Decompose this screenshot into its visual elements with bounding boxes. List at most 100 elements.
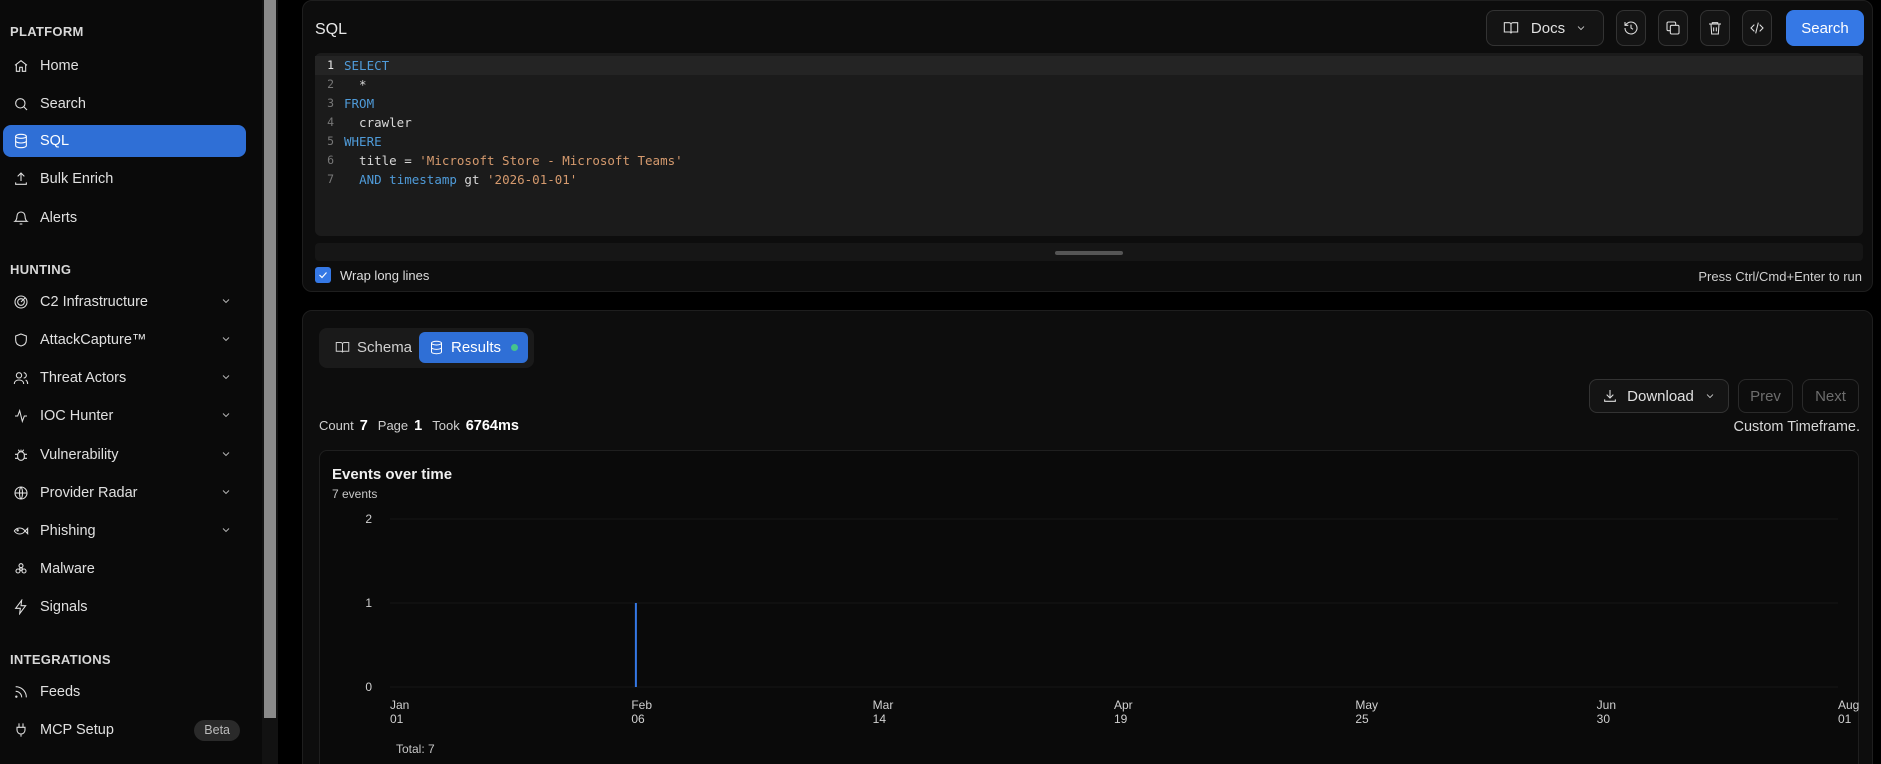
events-chart: 012Jan01Feb06Mar14Apr19May25Jun30Aug01To… xyxy=(365,512,1859,756)
chevron-down-icon[interactable] xyxy=(220,448,232,460)
plug-icon xyxy=(12,721,30,739)
chevron-down-icon[interactable] xyxy=(220,486,232,498)
editor-line[interactable]: 5 WHERE xyxy=(315,132,1863,151)
line-number: 2 xyxy=(327,77,334,91)
sidebar-item-ioc-hunter[interactable]: IOC Hunter xyxy=(3,400,246,432)
editor-line[interactable]: 7 AND timestamp gt '2026-01-01' xyxy=(315,170,1863,189)
tab-results[interactable]: Results xyxy=(419,332,529,363)
code-icon xyxy=(1749,20,1765,36)
search-button[interactable]: Search xyxy=(1786,10,1864,46)
sidebar-item-label: Signals xyxy=(40,599,88,615)
tab-schema[interactable]: Schema xyxy=(325,332,422,363)
clear-button[interactable] xyxy=(1700,10,1730,46)
sql-panel-title: SQL xyxy=(315,21,348,38)
sql-panel: SQL Docs Search 1 SELECT 2 * 3 FROM 4 crawler… xyxy=(302,0,1873,292)
prev-page-button[interactable]: Prev xyxy=(1738,379,1793,413)
fish-icon xyxy=(12,522,30,540)
code-text: FROM xyxy=(344,96,375,111)
sidebar-item-alerts[interactable]: Alerts xyxy=(3,202,246,234)
tab-results-label: Results xyxy=(451,339,502,356)
sql-editor[interactable]: 1 SELECT 2 * 3 FROM 4 crawler 5 WHERE 6 title = … xyxy=(315,53,1863,236)
sidebar-scrollbar-thumb[interactable] xyxy=(264,0,276,718)
chevron-down-icon[interactable] xyxy=(220,295,232,307)
bar xyxy=(634,603,637,687)
trash-icon xyxy=(1707,20,1723,36)
sidebar-item-label: Home xyxy=(40,58,79,74)
sidebar-item-mcp-setup[interactable]: MCP Setup Beta xyxy=(3,714,246,746)
editor-line[interactable]: 6 title = 'Microsoft Store - Microsoft T… xyxy=(315,151,1863,170)
editor-line[interactable]: 3 FROM xyxy=(315,94,1863,113)
sidebar-item-label: Provider Radar xyxy=(40,485,138,501)
globe-icon xyxy=(12,484,30,502)
sidebar-item-vulnerability[interactable]: Vulnerability xyxy=(3,439,246,471)
x-tick-month: Jun xyxy=(1597,698,1616,712)
book-icon xyxy=(335,342,350,353)
sidebar-item-label: AttackCapture™ xyxy=(40,332,147,348)
sidebar-item-label: IOC Hunter xyxy=(40,408,114,424)
sidebar-item-c2-infrastructure[interactable]: C2 Infrastructure xyxy=(3,286,246,318)
chart-total-label: Total: 7 xyxy=(396,742,435,756)
line-number: 5 xyxy=(327,134,334,148)
sidebar-item-label: Bulk Enrich xyxy=(40,171,114,187)
sidebar-item-phishing[interactable]: Phishing xyxy=(3,515,246,547)
copy-icon xyxy=(1665,20,1681,36)
wrap-long-lines-checkbox[interactable] xyxy=(315,267,331,283)
page-value: 1 xyxy=(414,418,423,434)
chevron-down-icon[interactable] xyxy=(220,371,232,383)
took-value: 6764ms xyxy=(465,418,519,434)
chevron-down-icon[interactable] xyxy=(220,409,232,421)
line-number: 6 xyxy=(327,153,334,167)
editor-line[interactable]: 1 SELECT xyxy=(315,56,1863,75)
home-icon xyxy=(12,57,30,75)
x-tick-day: 06 xyxy=(631,712,645,726)
sidebar-item-sql[interactable]: SQL xyxy=(3,125,246,157)
check-icon xyxy=(319,272,327,279)
x-tick-day: 01 xyxy=(390,712,404,726)
copy-button[interactable] xyxy=(1658,10,1688,46)
editor-scroll-handle[interactable] xyxy=(1055,251,1123,255)
sidebar-item-bulk-enrich[interactable]: Bulk Enrich xyxy=(3,163,246,195)
section-title-hunting: HUNTING xyxy=(10,262,72,277)
code-text: crawler xyxy=(344,115,412,130)
sidebar-item-label: Alerts xyxy=(40,210,78,226)
editor-line[interactable]: 4 crawler xyxy=(315,113,1863,132)
next-page-button[interactable]: Next xyxy=(1802,379,1859,413)
x-tick-month: Mar xyxy=(873,698,894,712)
editor-line[interactable]: 2 * xyxy=(315,75,1863,94)
results-panel: Schema Results Download Prev Next Count … xyxy=(302,310,1873,764)
x-tick-day: 19 xyxy=(1114,712,1128,726)
upload-icon xyxy=(12,170,30,188)
history-button[interactable] xyxy=(1616,10,1646,46)
timeframe-label: Custom Timeframe. xyxy=(1733,419,1861,435)
sidebar-item-malware[interactable]: Malware xyxy=(3,553,246,585)
chevron-down-icon[interactable] xyxy=(220,524,232,536)
biohazard-icon xyxy=(12,560,30,578)
docs-button[interactable]: Docs xyxy=(1486,10,1604,46)
y-tick-label: 2 xyxy=(365,512,372,526)
sidebar-item-label: SQL xyxy=(40,133,70,149)
x-tick-day: 25 xyxy=(1355,712,1369,726)
sidebar-item-threat-actors[interactable]: Threat Actors xyxy=(3,362,246,394)
sidebar-item-home[interactable]: Home xyxy=(3,50,246,82)
editor-horizontal-scrollbar[interactable] xyxy=(315,243,1863,261)
page-label: Page xyxy=(377,418,409,433)
sidebar-item-attackcapture[interactable]: AttackCapture™ xyxy=(3,324,246,356)
sidebar-item-signals[interactable]: Signals xyxy=(3,591,246,623)
sidebar-item-feeds[interactable]: Feeds xyxy=(3,676,246,708)
download-button[interactable]: Download xyxy=(1589,379,1729,413)
sidebar-item-search[interactable]: Search xyxy=(3,88,246,120)
sidebar-item-provider-radar[interactable]: Provider Radar xyxy=(3,477,246,509)
zap-icon xyxy=(12,598,30,616)
bell-icon xyxy=(12,209,30,227)
section-title-integrations: INTEGRATIONS xyxy=(10,652,111,667)
code-view-button[interactable] xyxy=(1742,10,1772,46)
line-number: 7 xyxy=(327,172,334,186)
section-title-platform: PLATFORM xyxy=(10,24,84,39)
y-tick-label: 1 xyxy=(365,596,372,610)
beta-badge: Beta xyxy=(194,720,240,741)
wrap-long-lines-option[interactable]: Wrap long lines xyxy=(315,267,429,283)
count-label: Count xyxy=(319,418,354,433)
code-text: SELECT xyxy=(344,58,390,73)
chevron-down-icon[interactable] xyxy=(220,333,232,345)
chevron-down-icon xyxy=(1704,390,1716,402)
